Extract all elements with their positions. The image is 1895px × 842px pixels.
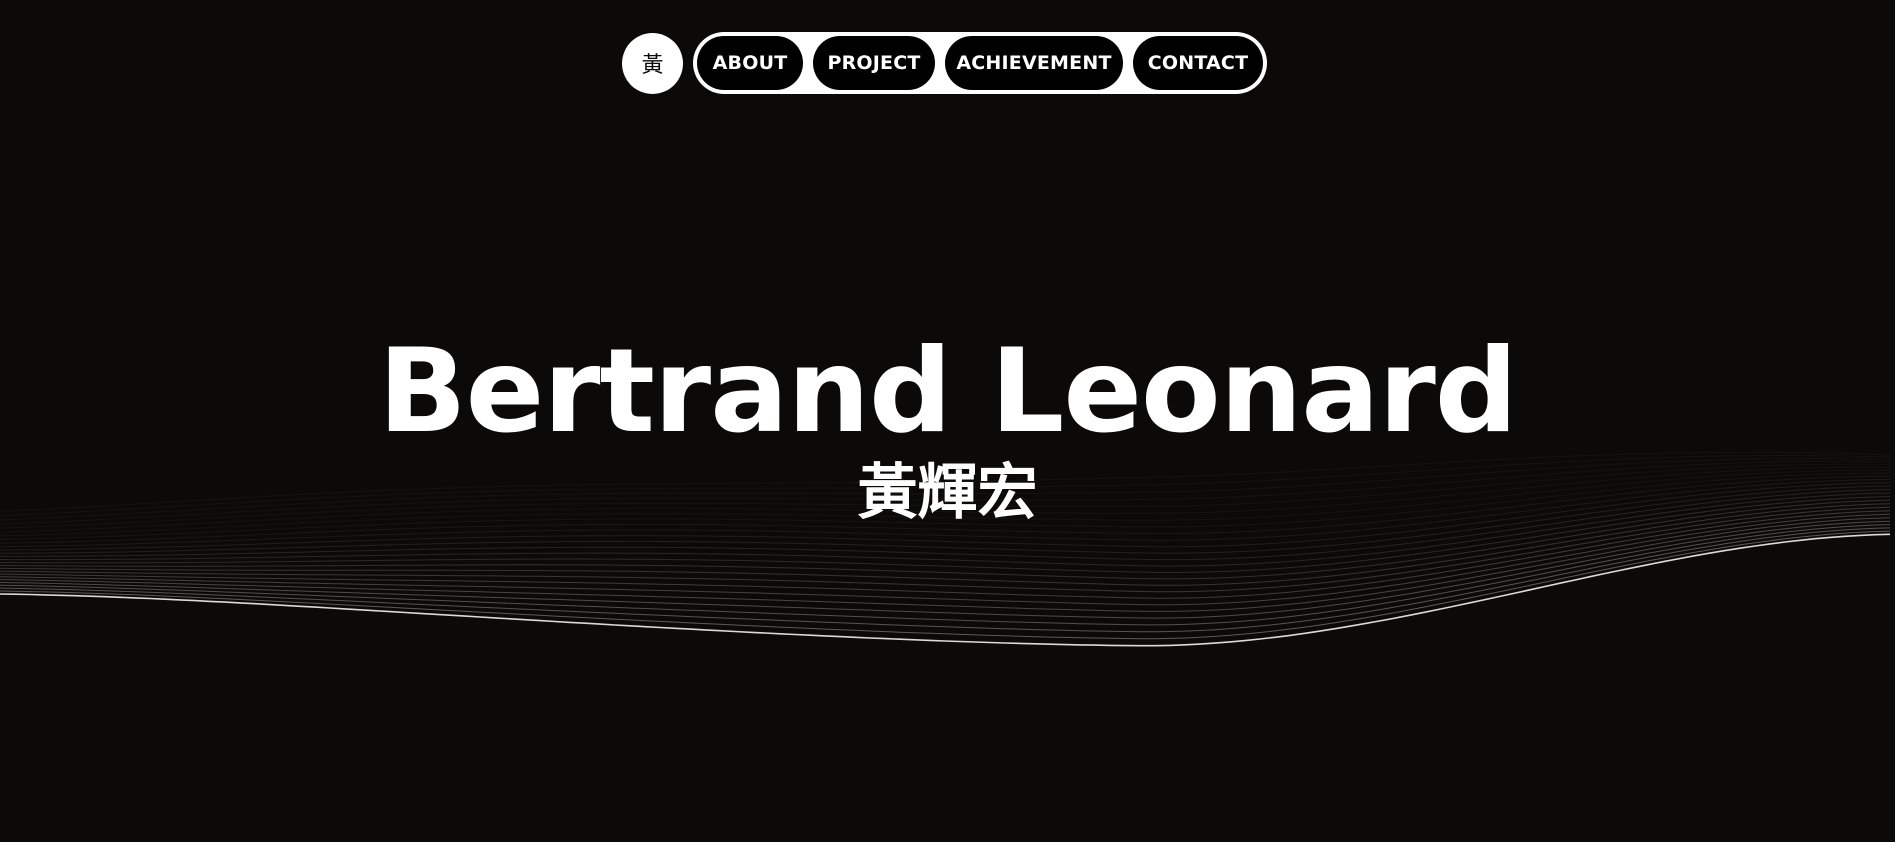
nav-item-achievement[interactable]: ACHIEVEMENT	[945, 36, 1123, 90]
logo-button[interactable]: 黃	[622, 32, 683, 94]
hero-section: Bertrand Leonard	[0, 322, 1895, 462]
nav-item-project[interactable]: PROJECT	[813, 36, 935, 90]
main-navigation: 黃 ABOUT PROJECT ACHIEVEMENT CONTACT	[622, 32, 1267, 94]
hero-subname: 黃輝宏	[857, 458, 1038, 528]
nav-item-contact[interactable]: CONTACT	[1133, 36, 1263, 90]
wave-line	[0, 517, 1891, 612]
nav-menu: ABOUT PROJECT ACHIEVEMENT CONTACT	[693, 32, 1267, 94]
hero-name: Bertrand Leonard	[378, 324, 1518, 459]
nav-item-about[interactable]: ABOUT	[697, 36, 803, 90]
